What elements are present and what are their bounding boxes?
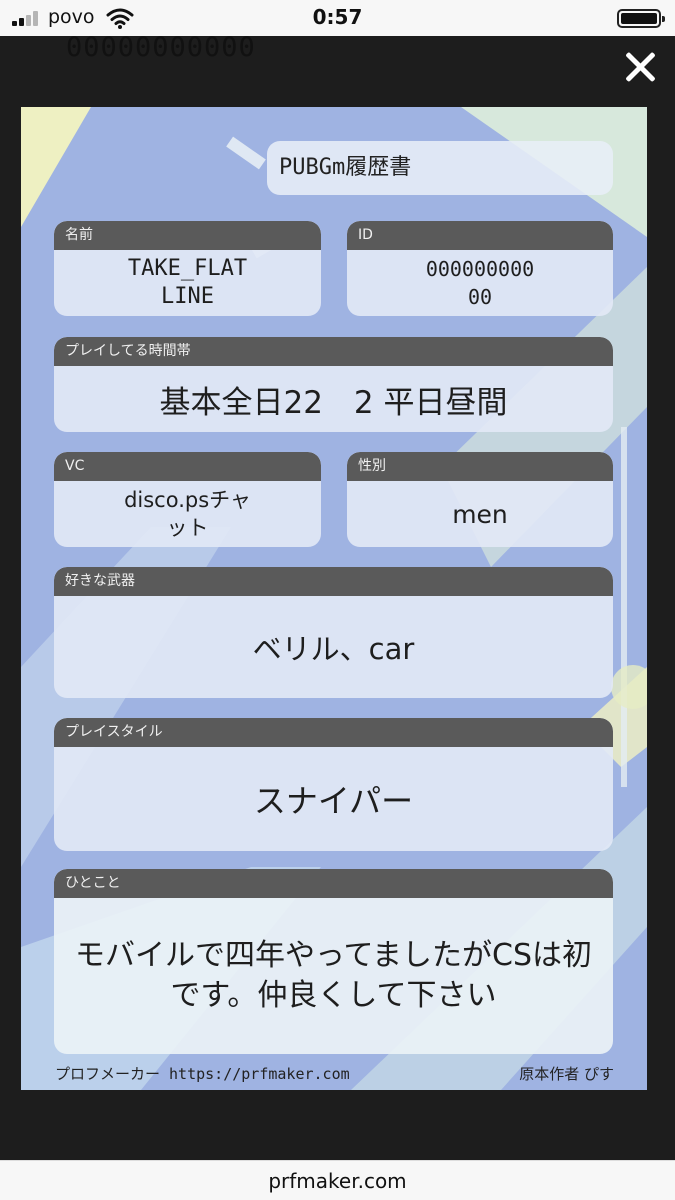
gender-value: men: [452, 499, 508, 529]
card-title: PUBGm履歴書: [267, 141, 613, 195]
id-field: ID 000000000 00: [347, 221, 613, 316]
footer-credit-link: プロフメーカー https://prfmaker.com: [55, 1065, 350, 1083]
overlay-id-text: 00000000000: [66, 32, 256, 63]
vc-label: VC: [54, 452, 321, 481]
name-value: TAKE_FLAT LINE: [127, 256, 248, 309]
name-label: 名前: [54, 221, 321, 250]
weapon-value: ベリル、car: [252, 632, 415, 666]
comment-value: モバイルで四年やってましたがCSは初です。仲良くして下さい: [75, 938, 592, 1013]
comment-field: ひとこと モバイルで四年やってましたがCSは初です。仲良くして下さい: [54, 869, 613, 1054]
play-time-label: プレイしてる時間帯: [54, 337, 613, 366]
profile-card: PUBGm履歴書 名前 TAKE_FLAT LINE ID 000000000 …: [21, 107, 647, 1090]
status-time: 0:57: [312, 5, 363, 29]
id-value: 000000000 00: [425, 257, 535, 309]
play-time-field: プレイしてる時間帯 基本全日22 2 平日昼間: [54, 337, 613, 432]
weapon-field: 好きな武器 ベリル、car: [54, 567, 613, 698]
status-bar: povo 0:57: [0, 0, 675, 36]
comment-label: ひとこと: [54, 869, 613, 898]
play-style-value: スナイパー: [253, 782, 414, 820]
play-time-value: 基本全日22 2 平日昼間: [159, 384, 508, 421]
weapon-label: 好きな武器: [54, 567, 613, 596]
gender-field: 性別 men: [347, 452, 613, 547]
footer-author: 原本作者 ぴす: [519, 1065, 614, 1083]
vc-value: disco.psチャット: [124, 488, 251, 540]
play-style-label: プレイスタイル: [54, 718, 613, 747]
name-field: 名前 TAKE_FLAT LINE: [54, 221, 321, 316]
id-label: ID: [347, 221, 613, 250]
play-style-field: プレイスタイル スナイパー: [54, 718, 613, 851]
browser-url-bar[interactable]: prfmaker.com: [0, 1160, 675, 1200]
gender-label: 性別: [347, 452, 613, 481]
url-text[interactable]: prfmaker.com: [0, 1169, 675, 1193]
battery-icon: [617, 9, 665, 28]
close-icon[interactable]: [623, 50, 657, 84]
vc-field: VC disco.psチャット: [54, 452, 321, 547]
